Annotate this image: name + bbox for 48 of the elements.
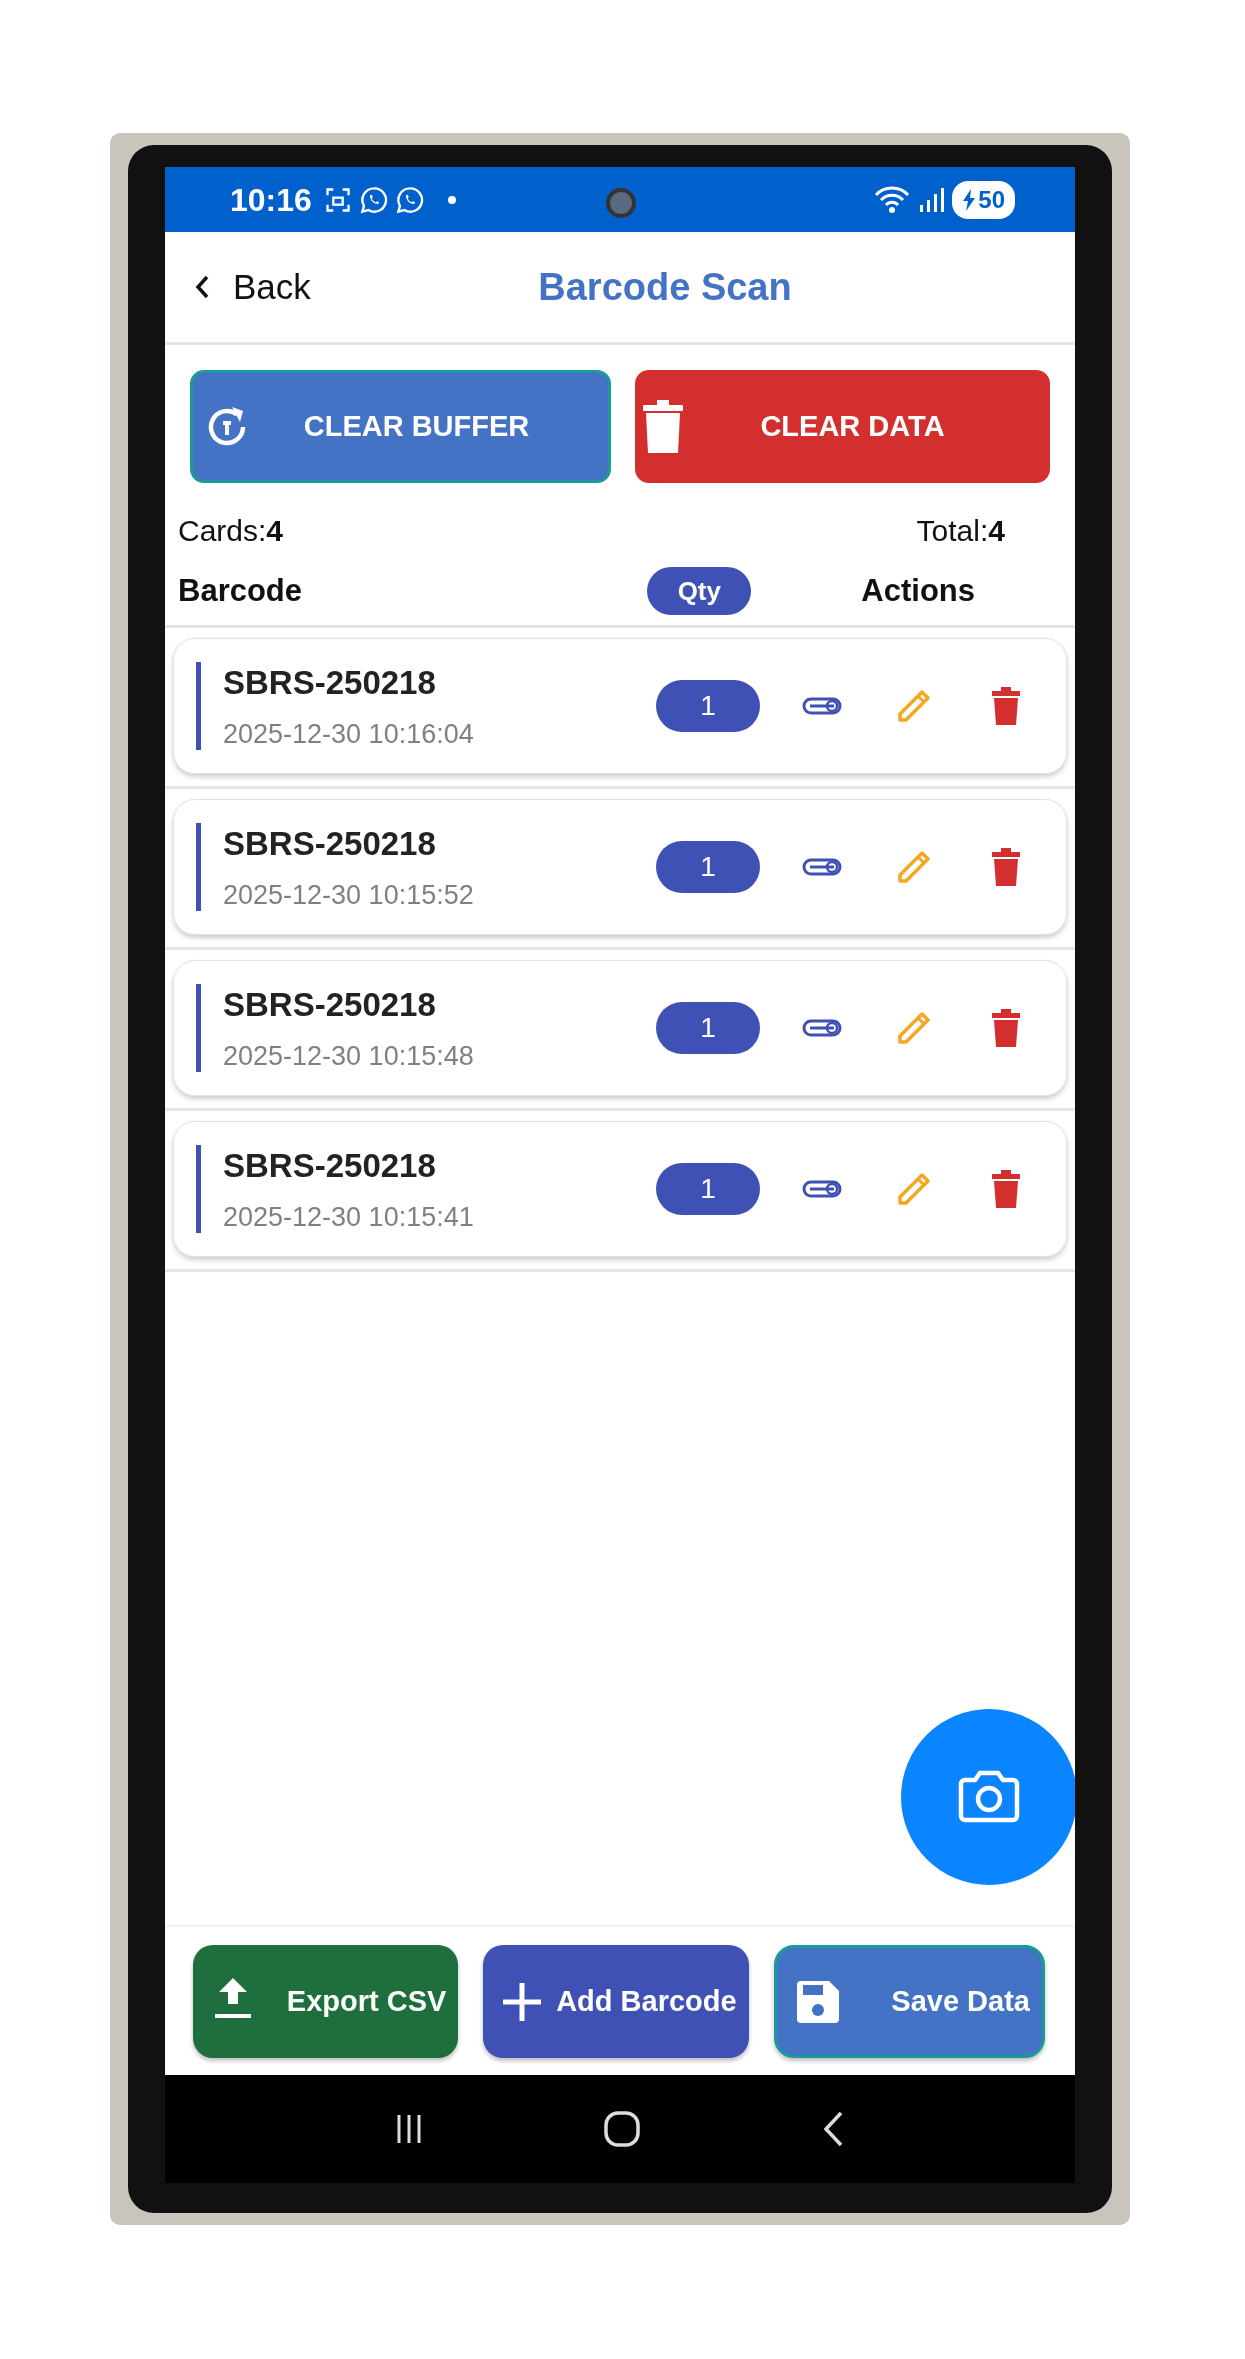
save-data-button[interactable]: Save Data bbox=[773, 1945, 1045, 2058]
clear-buffer-button[interactable]: CLEAR BUFFER bbox=[190, 370, 611, 483]
camera-icon bbox=[957, 1770, 1021, 1824]
trash-icon bbox=[991, 1170, 1021, 1208]
chat-icon bbox=[359, 185, 388, 214]
dot-icon bbox=[445, 193, 458, 206]
recent-apps-icon[interactable] bbox=[395, 2113, 422, 2145]
barcode-text: SBRS-250218 bbox=[223, 824, 437, 864]
add-barcode-button[interactable]: Add Barcode bbox=[483, 1945, 749, 2058]
plus-icon bbox=[501, 1980, 544, 2023]
timestamp-text: 2025-12-30 10:15:52 bbox=[223, 878, 475, 912]
quantity-badge: 1 bbox=[656, 1002, 760, 1054]
timestamp-text: 2025-12-30 10:15:41 bbox=[223, 1200, 475, 1234]
chain-link-icon bbox=[802, 696, 842, 716]
back-button[interactable]: Back bbox=[193, 260, 311, 314]
chat-icon bbox=[395, 185, 424, 214]
page-title: Barcode Scan bbox=[537, 265, 792, 308]
export-csv-button[interactable]: Export CSV bbox=[193, 1945, 459, 2058]
home-icon[interactable] bbox=[603, 2110, 641, 2148]
back-icon[interactable] bbox=[822, 2110, 845, 2148]
quantity-badge: 1 bbox=[656, 841, 760, 893]
card-count-text: Cards:4 bbox=[178, 513, 284, 549]
barcode-text: SBRS-250218 bbox=[223, 1146, 437, 1186]
barcode-text: SBRS-250218 bbox=[223, 663, 437, 703]
total-count-text: Total:4 bbox=[916, 513, 1005, 549]
trash-icon bbox=[991, 687, 1021, 725]
barcode-text: SBRS-250218 bbox=[223, 985, 437, 1025]
signal-icon bbox=[918, 186, 945, 213]
bolt-icon bbox=[962, 188, 977, 211]
quantity-badge: 1 bbox=[656, 680, 760, 732]
trash-icon bbox=[641, 398, 685, 455]
chain-link-icon bbox=[802, 857, 842, 877]
chain-link-icon bbox=[802, 1018, 842, 1038]
clock-text: 10:16 bbox=[230, 180, 312, 220]
trash-icon bbox=[991, 1009, 1021, 1047]
screenshot-icon bbox=[323, 185, 352, 214]
chain-link-icon bbox=[802, 1179, 842, 1199]
column-header: Qty bbox=[647, 567, 752, 615]
column-header: Actions bbox=[861, 571, 975, 610]
camera-hole bbox=[606, 188, 636, 218]
wifi-icon bbox=[874, 184, 911, 215]
timestamp-text: 2025-12-30 10:15:48 bbox=[223, 1039, 475, 1073]
clear-data-button[interactable]: CLEAR DATA bbox=[635, 370, 1050, 483]
trash-icon bbox=[991, 848, 1021, 886]
column-header: Barcode bbox=[178, 571, 304, 610]
timestamp-text: 2025-12-30 10:16:04 bbox=[223, 717, 475, 751]
quantity-badge: 1 bbox=[656, 1163, 760, 1215]
battery-text: 50 bbox=[978, 184, 1005, 215]
